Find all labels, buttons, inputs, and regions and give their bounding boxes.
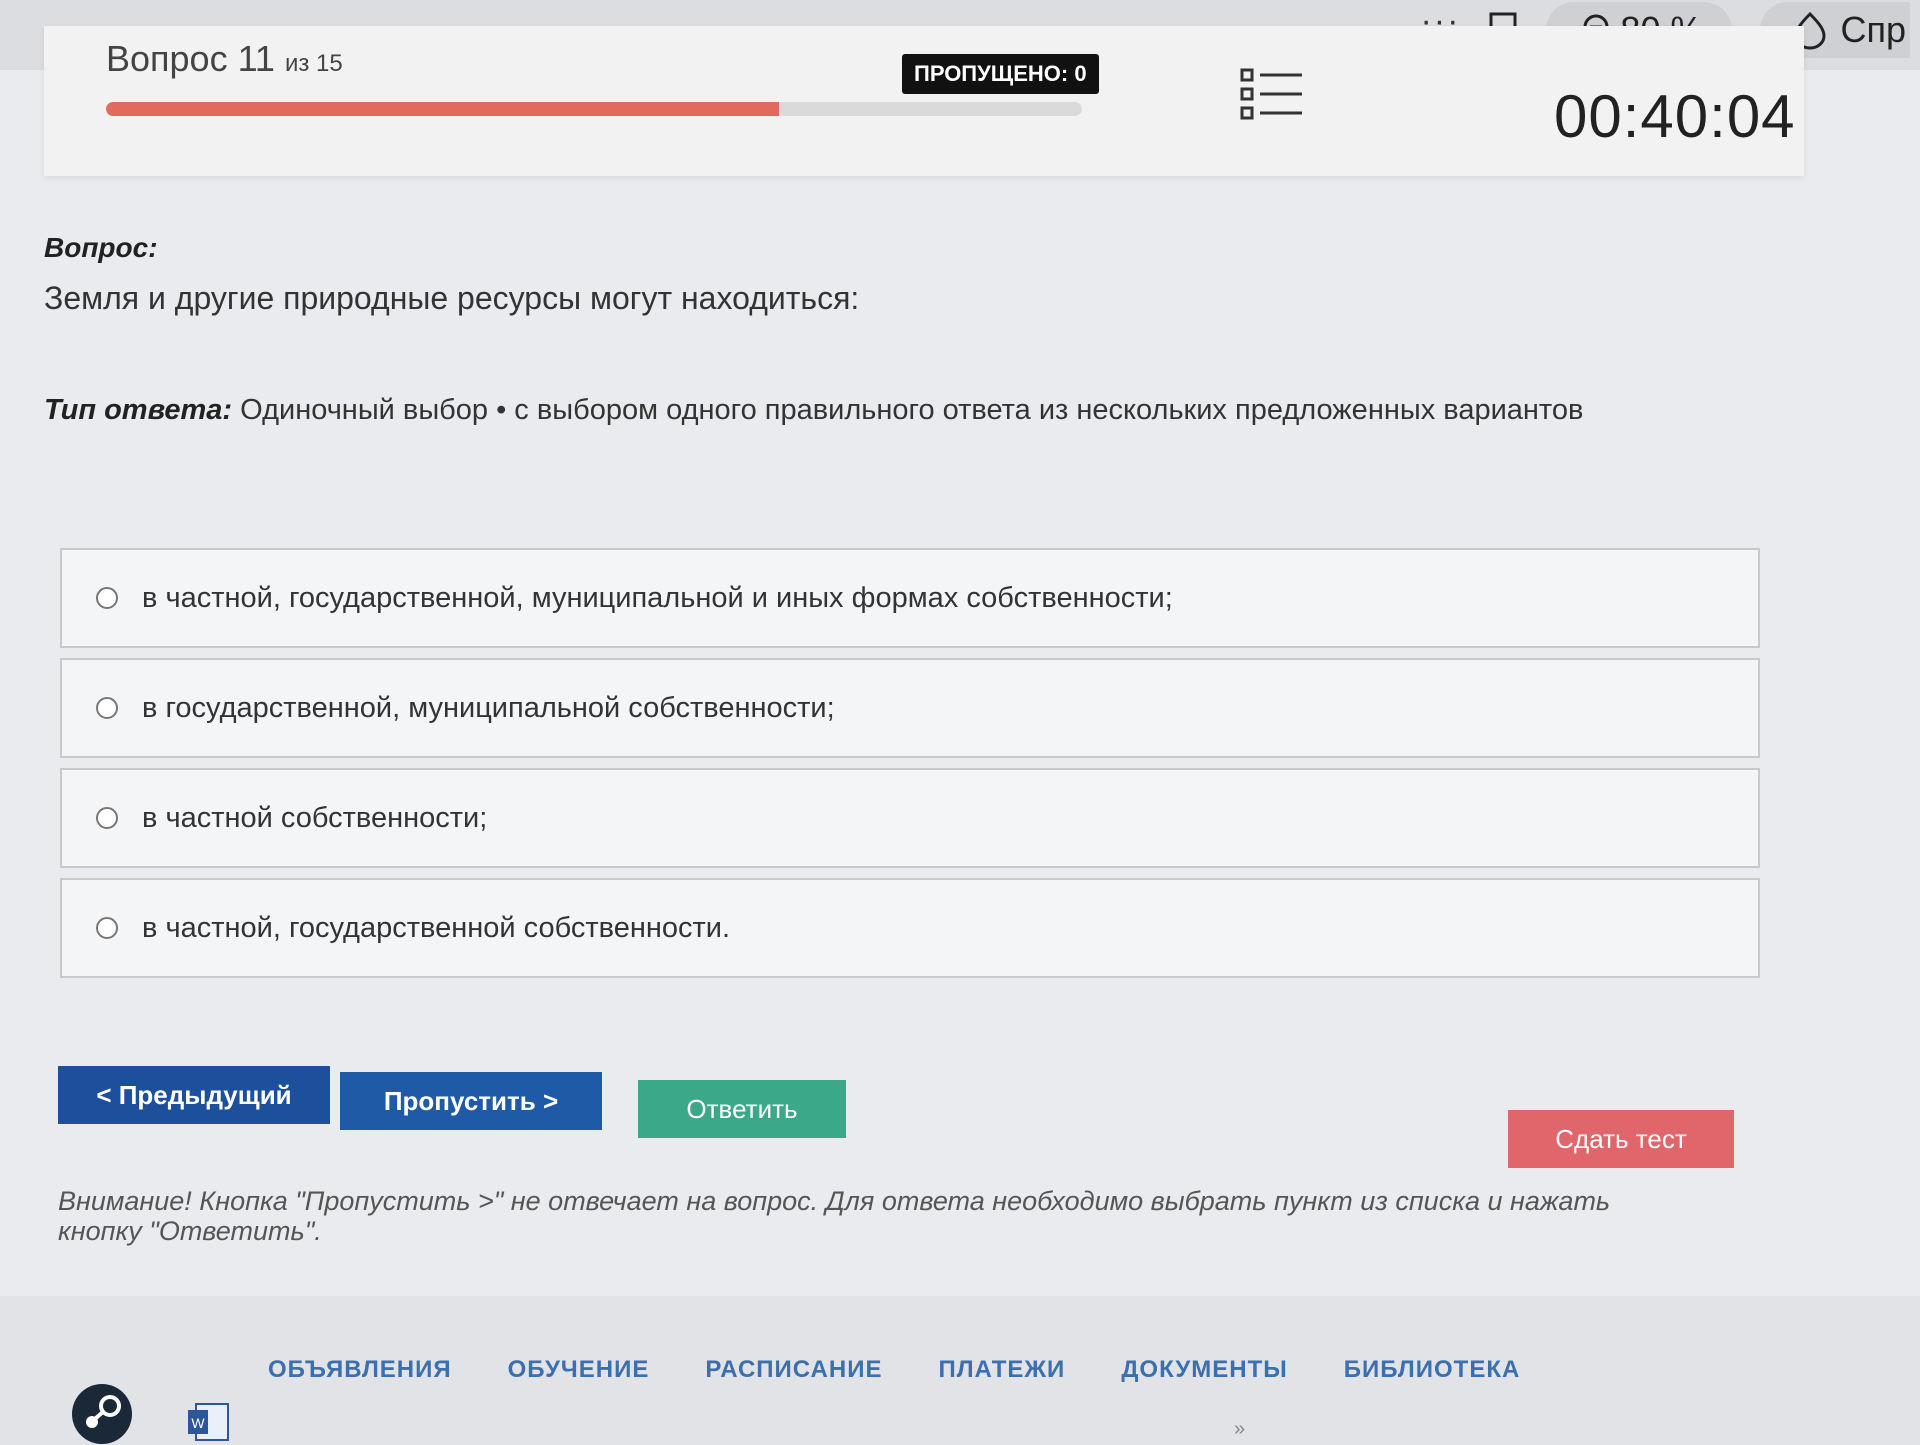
answer-option[interactable]: в частной собственности; — [60, 768, 1760, 868]
answer-type-label: Тип ответа: — [44, 394, 233, 426]
answer-option-text: в частной, государственной собственности… — [142, 911, 731, 944]
question-counter: Вопрос 11 из 15 — [106, 38, 343, 80]
nav-link-library[interactable]: БИБЛИОТЕКА — [1344, 1356, 1521, 1384]
answer-option[interactable]: в государственной, муниципальной собстве… — [60, 658, 1760, 758]
progress-fill — [106, 102, 780, 116]
question-label: Вопрос: — [44, 232, 158, 263]
answer-type-text: Одиночный выбор • с выбором одного прави… — [240, 394, 1584, 426]
question-text: Земля и другие природные ресурсы могут н… — [44, 280, 860, 316]
answer-options: в частной, государственной, муниципально… — [60, 548, 1760, 988]
submit-test-button[interactable]: Сдать тест — [1508, 1110, 1734, 1168]
answer-option-text: в государственной, муниципальной собстве… — [142, 691, 835, 724]
question-list-icon[interactable] — [1240, 66, 1304, 122]
warning-text: Внимание! Кнопка "Пропустить >" не отвеч… — [58, 1186, 1611, 1246]
question-total: из 15 — [284, 50, 343, 77]
radio-button[interactable] — [96, 587, 118, 609]
answer-option-text: в частной собственности; — [142, 801, 488, 834]
nav-link-learning[interactable]: ОБУЧЕНИЕ — [508, 1356, 650, 1384]
radio-button[interactable] — [96, 697, 118, 719]
nav-link-documents[interactable]: ДОКУМЕНТЫ — [1121, 1356, 1287, 1384]
svg-text:W: W — [191, 1415, 205, 1431]
question-number: Вопрос 11 — [106, 38, 275, 79]
chevron-right-icon: » — [1234, 1418, 1246, 1440]
answer-type: Тип ответа: Одиночный выбор • с выбором … — [44, 394, 1583, 427]
nav-link-payments[interactable]: ПЛАТЕЖИ — [938, 1356, 1065, 1384]
steam-icon[interactable] — [72, 1384, 132, 1444]
test-header: Вопрос 11 из 15 ПРОПУЩЕНО: 0 00:40:04 — [44, 26, 1804, 176]
bottom-navigation: ОБЪЯВЛЕНИЯ ОБУЧЕНИЕ РАСПИСАНИЕ ПЛАТЕЖИ Д… — [0, 1296, 1920, 1445]
word-icon[interactable]: W — [186, 1402, 230, 1442]
nav-link-schedule[interactable]: РАСПИСАНИЕ — [705, 1356, 882, 1384]
progress-bar — [106, 102, 1082, 116]
timer: 00:40:04 — [1554, 83, 1796, 150]
skipped-badge: ПРОПУЩЕНО: 0 — [902, 54, 1099, 94]
nav-link-announcements[interactable]: ОБЪЯВЛЕНИЯ — [268, 1356, 452, 1384]
answer-option[interactable]: в частной, государственной собственности… — [60, 878, 1760, 978]
answer-option-text: в частной, государственной, муниципально… — [142, 581, 1173, 614]
nav-links: ОБЪЯВЛЕНИЯ ОБУЧЕНИЕ РАСПИСАНИЕ ПЛАТЕЖИ Д… — [268, 1356, 1520, 1384]
answer-option[interactable]: в частной, государственной, муниципально… — [60, 548, 1760, 648]
help-label: Спр — [1840, 9, 1906, 50]
skip-button[interactable]: Пропустить > — [340, 1072, 602, 1130]
radio-button[interactable] — [96, 917, 118, 939]
answer-button[interactable]: Ответить — [638, 1080, 846, 1138]
previous-button[interactable]: < Предыдущий — [58, 1066, 330, 1124]
radio-button[interactable] — [96, 807, 118, 829]
